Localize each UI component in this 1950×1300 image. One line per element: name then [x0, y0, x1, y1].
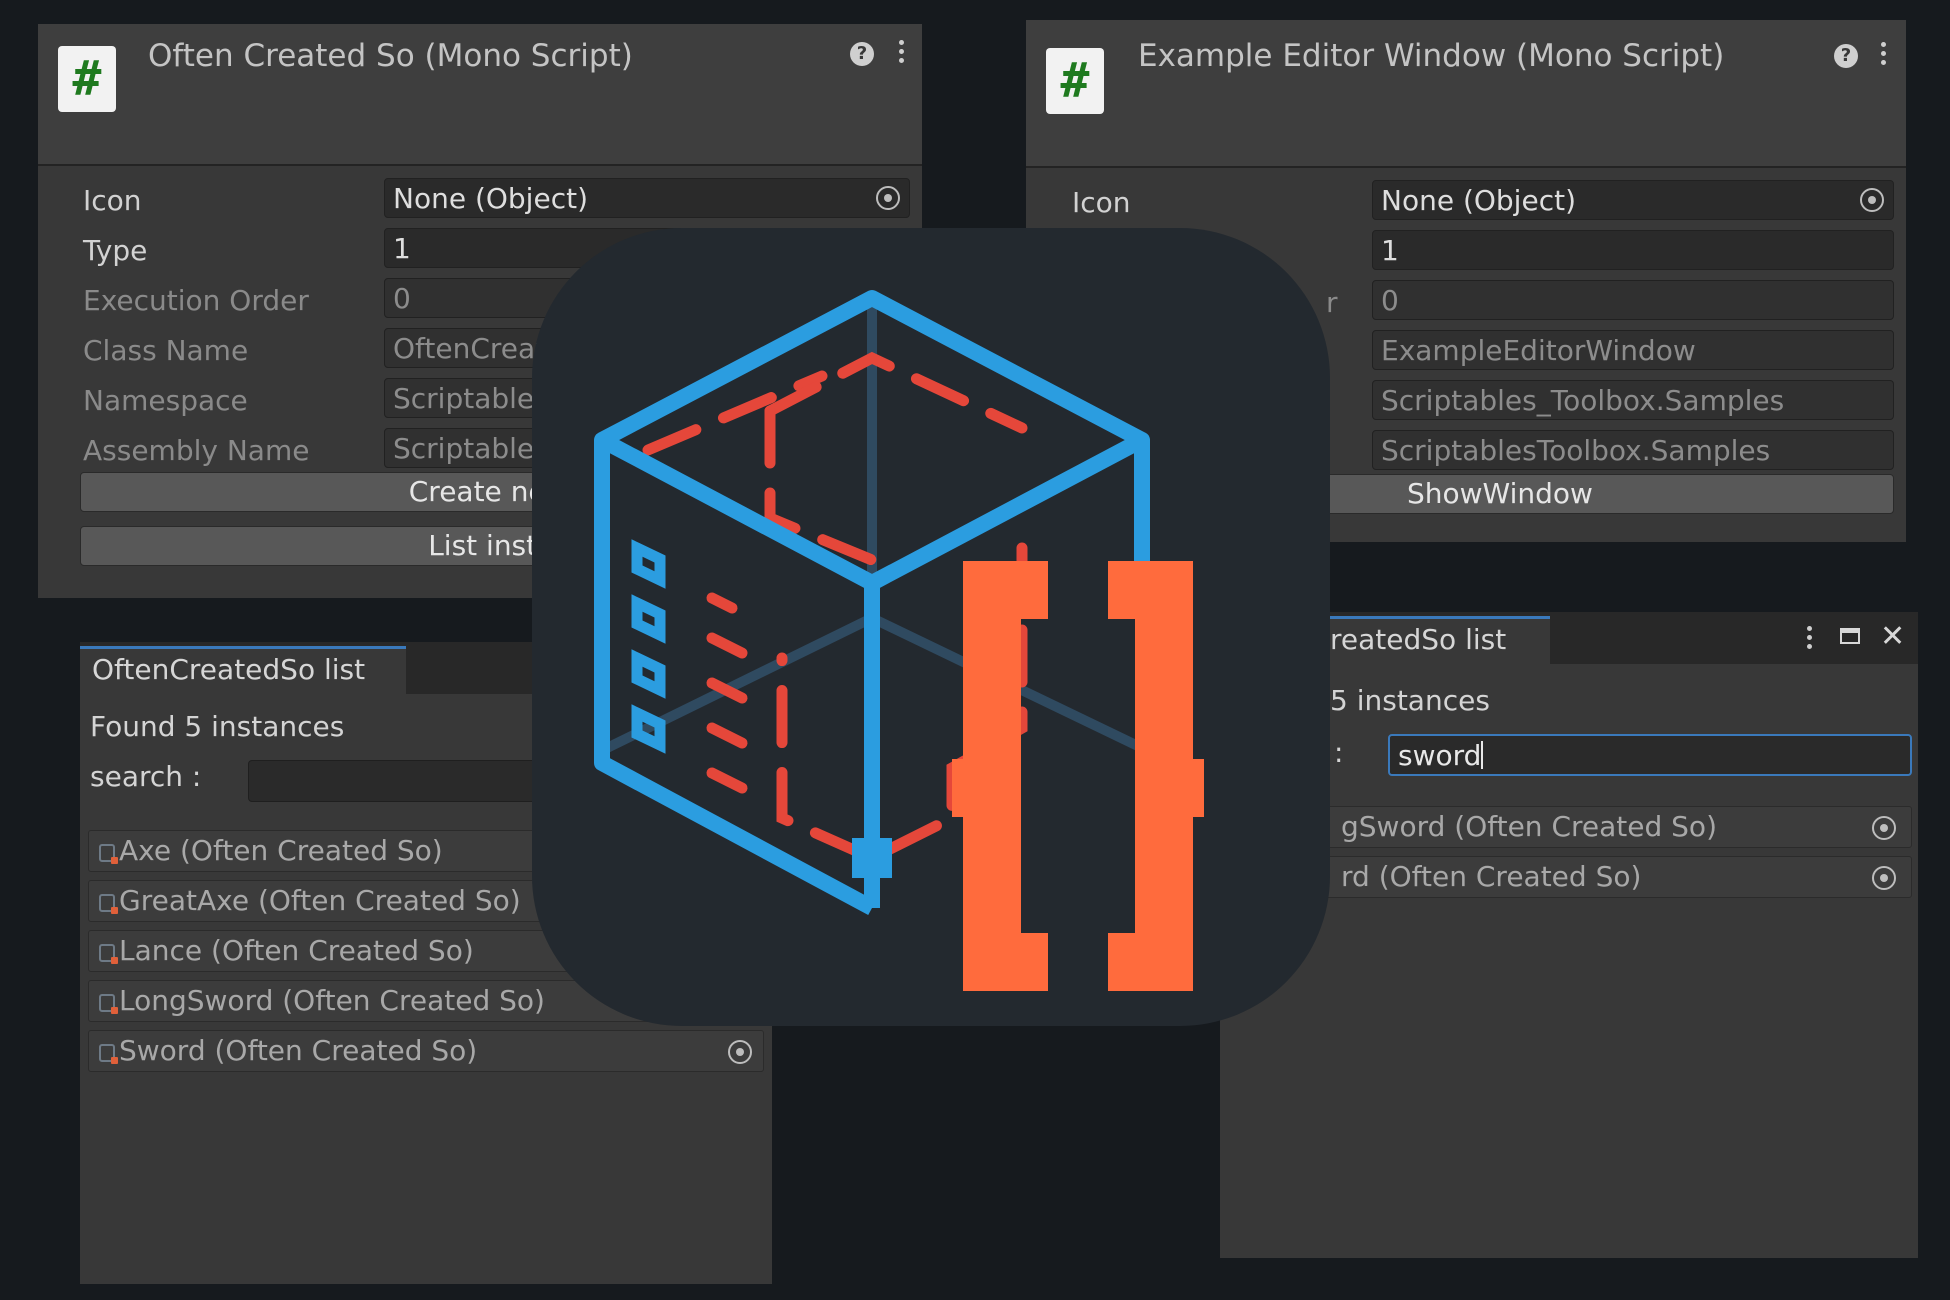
- object-picker-icon[interactable]: [1872, 866, 1896, 890]
- object-picker-icon[interactable]: [728, 1040, 752, 1064]
- help-icon[interactable]: ?: [850, 42, 874, 66]
- list-item[interactable]: Sword (Often Created So): [88, 1030, 764, 1072]
- list-item-label: Lance (Often Created So): [119, 934, 474, 967]
- icon-object-field[interactable]: None (Object): [384, 178, 910, 218]
- text-cursor: [1481, 741, 1484, 769]
- list-item-label: Sword (Often Created So): [119, 1034, 478, 1067]
- cube-bottom-marker: [852, 838, 892, 878]
- assembly-name-field: ScriptablesToolbox.Samples: [1372, 430, 1894, 470]
- object-picker-icon[interactable]: [1872, 816, 1896, 840]
- scriptable-object-icon: [99, 994, 118, 1014]
- class-name-label: Class Name: [83, 334, 249, 367]
- scriptable-object-icon: [99, 1044, 118, 1064]
- close-icon[interactable]: ✕: [1880, 622, 1905, 652]
- search-label: :: [1334, 736, 1344, 769]
- execution-order-label: Execution Order: [83, 284, 309, 317]
- list-item-label: GreatAxe (Often Created So): [119, 884, 521, 917]
- inspector-header: # Example Editor Window (Mono Script) ?: [1026, 20, 1906, 168]
- type-field[interactable]: 1: [1372, 230, 1894, 270]
- icon-object-field[interactable]: None (Object): [1372, 180, 1894, 220]
- search-label: search :: [90, 760, 202, 793]
- found-count-label: 5 instances: [1330, 684, 1490, 717]
- list-item[interactable]: rd (Often Created So): [1228, 856, 1912, 898]
- show-window-label: ShowWindow: [1407, 477, 1593, 510]
- inspector-title: Often Created So (Mono Script): [148, 38, 633, 74]
- scriptable-object-icon: [99, 844, 118, 864]
- inspector-title: Example Editor Window (Mono Script): [1138, 38, 1725, 74]
- list-item-label: Axe (Often Created So): [119, 834, 443, 867]
- type-label: Type: [83, 234, 148, 267]
- assembly-name-label: Assembly Name: [83, 434, 310, 467]
- maximize-icon[interactable]: [1840, 628, 1860, 644]
- icon-label: Icon: [83, 184, 142, 217]
- object-picker-icon[interactable]: [1860, 188, 1884, 212]
- kebab-menu-icon[interactable]: [1804, 626, 1814, 653]
- search-input[interactable]: sword: [1388, 734, 1912, 776]
- list-item[interactable]: gSword (Often Created So): [1228, 806, 1912, 848]
- icon-row: Icon None (Object): [38, 176, 922, 220]
- script-hash-icon: #: [1046, 48, 1104, 114]
- class-name-field: ExampleEditorWindow: [1372, 330, 1894, 370]
- found-count-label: Found 5 instances: [90, 710, 345, 743]
- tab-often-created-so-list[interactable]: OftenCreatedSo list: [80, 646, 406, 694]
- script-hash-icon: #: [58, 46, 116, 112]
- icon-label: Icon: [1072, 186, 1131, 219]
- scriptable-object-icon: [99, 894, 118, 914]
- help-icon[interactable]: ?: [1834, 44, 1858, 68]
- search-input-value: sword: [1398, 739, 1482, 772]
- namespace-field: Scriptables_Toolbox.Samples: [1372, 380, 1894, 420]
- execution-order-field: 0: [1372, 280, 1894, 320]
- kebab-menu-icon[interactable]: [1878, 42, 1888, 69]
- scriptable-object-icon: [99, 944, 118, 964]
- inspector-header: # Often Created So (Mono Script) ?: [38, 24, 922, 166]
- kebab-menu-icon[interactable]: [896, 40, 906, 67]
- object-picker-icon[interactable]: [876, 186, 900, 210]
- scriptables-toolbox-logo: [532, 228, 1330, 1026]
- list-item-label: LongSword (Often Created So): [119, 984, 545, 1017]
- icon-row: Icon None (Object): [1026, 178, 1906, 222]
- namespace-label: Namespace: [83, 384, 248, 417]
